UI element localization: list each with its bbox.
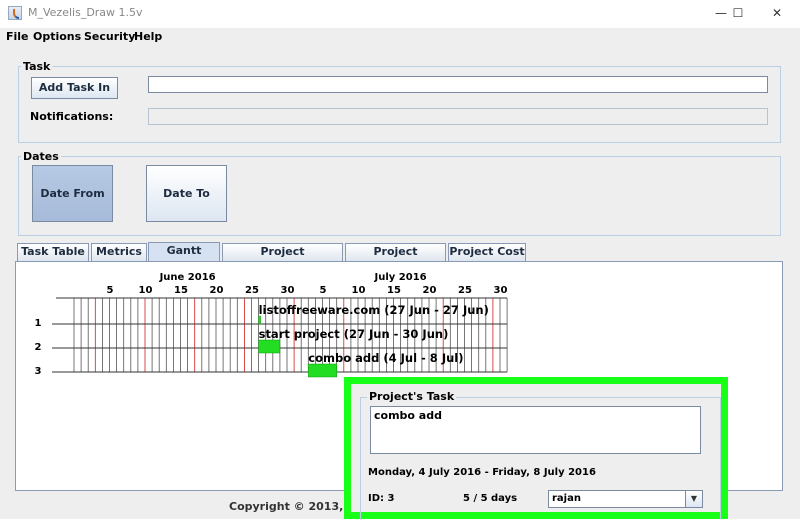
- chevron-down-icon[interactable]: ▼: [685, 491, 702, 507]
- tab-gantt-chart[interactable]: Gantt Chart: [148, 242, 220, 273]
- popup-title: Project's Task: [367, 390, 457, 403]
- task-group-title: Task: [21, 60, 53, 73]
- task-bar: [308, 363, 337, 378]
- task-description-textarea[interactable]: combo add: [370, 406, 701, 454]
- day-tick-label: 30: [280, 285, 294, 296]
- notifications-field: [148, 108, 768, 125]
- add-task-button[interactable]: Add Task In: [31, 77, 118, 99]
- task-detail-popup: Project's Task combo add Monday, 4 July …: [344, 377, 728, 519]
- task-bar-label: listoffreeware.com (27 Jun - 27 Jun): [259, 303, 489, 317]
- maximize-button[interactable]: ☐: [720, 0, 756, 28]
- day-tick-label: 30: [493, 285, 507, 296]
- month-label: June 2016: [159, 272, 216, 283]
- dates-group-title: Dates: [21, 150, 61, 163]
- row-number: 1: [35, 318, 42, 329]
- day-tick-label: 25: [245, 285, 259, 296]
- tab-project-durations[interactable]: Project Durations: [345, 243, 446, 274]
- task-days: 5 / 5 days: [463, 493, 518, 504]
- dates-group: [18, 156, 781, 236]
- assignee-select[interactable]: rajan ▼: [548, 490, 703, 508]
- day-tick-label: 20: [422, 285, 436, 296]
- tab-project-cost[interactable]: Project Cost: [448, 243, 526, 261]
- task-bar: [258, 315, 261, 325]
- day-tick-label: 20: [209, 285, 223, 296]
- title-bar: M_Vezelis_Draw 1.5v — ☐ ✕: [0, 0, 800, 28]
- day-tick-label: 15: [387, 285, 401, 296]
- date-from-button[interactable]: Date From: [32, 165, 113, 222]
- date-to-button[interactable]: Date To: [146, 165, 227, 222]
- task-date-range: Monday, 4 July 2016 - Friday, 8 July 201…: [368, 467, 596, 478]
- row-number: 3: [35, 366, 42, 377]
- task-id: ID: 3: [368, 493, 395, 504]
- menu-bar: File Options Security Help: [0, 28, 800, 46]
- menu-file[interactable]: File: [6, 30, 29, 43]
- window-title: M_Vezelis_Draw 1.5v: [28, 6, 143, 19]
- tab-project-performance[interactable]: Project Performance: [222, 243, 343, 274]
- notifications-label: Notifications:: [30, 110, 114, 123]
- tab-metrics[interactable]: Metrics: [91, 243, 147, 261]
- task-bar-label: start project (27 Jun - 30 Jun): [259, 327, 449, 341]
- day-tick-label: 15: [174, 285, 188, 296]
- close-button[interactable]: ✕: [759, 0, 795, 28]
- day-tick-label: 25: [458, 285, 472, 296]
- task-name-input[interactable]: [148, 76, 768, 93]
- task-bar: [258, 339, 281, 354]
- row-number: 2: [35, 342, 42, 353]
- day-tick-label: 10: [351, 285, 365, 296]
- menu-help[interactable]: Help: [134, 30, 162, 43]
- month-label: July 2016: [374, 272, 427, 283]
- java-app-icon: [8, 6, 22, 20]
- day-tick-label: 5: [106, 285, 113, 296]
- assignee-value: rajan: [552, 493, 581, 504]
- menu-options[interactable]: Options: [33, 30, 81, 43]
- menu-security[interactable]: Security: [84, 30, 135, 43]
- day-tick-label: 5: [319, 285, 326, 296]
- day-tick-label: 10: [138, 285, 152, 296]
- task-bar-label: combo add (4 Jul - 8 Jul): [308, 351, 463, 365]
- tab-task-table[interactable]: Task Table: [17, 243, 89, 261]
